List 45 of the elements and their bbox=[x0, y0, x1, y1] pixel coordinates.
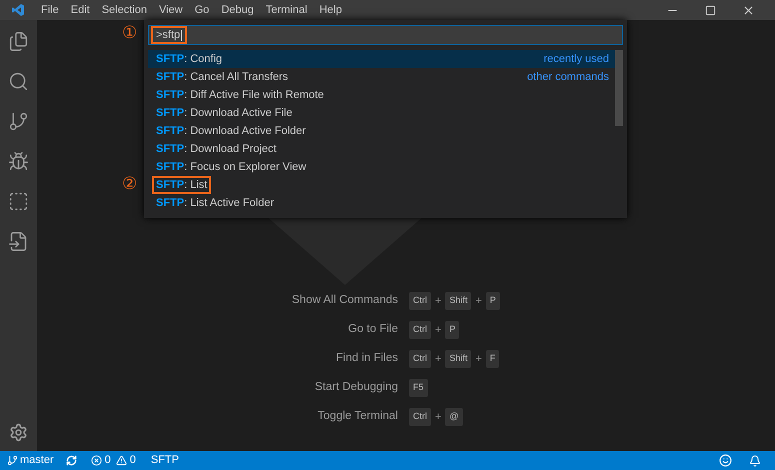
command-item[interactable]: SFTP: Focus on Explorer View bbox=[148, 158, 615, 176]
menu-item[interactable]: Selection bbox=[96, 2, 153, 18]
shortcut-label: Start Debugging bbox=[314, 380, 399, 396]
key-cap: Ctrl bbox=[409, 408, 431, 426]
command-item[interactable]: SFTP: List bbox=[148, 176, 615, 194]
plus-sign: + bbox=[434, 322, 442, 338]
annotation-marker: ① bbox=[122, 23, 137, 43]
key-cap: Ctrl bbox=[409, 350, 431, 368]
key-cap: F bbox=[486, 350, 500, 368]
menu-item[interactable]: Go bbox=[188, 2, 216, 18]
key-cap: F5 bbox=[409, 379, 428, 397]
key-cap: P bbox=[445, 321, 460, 339]
problems-item[interactable]: 0 0 bbox=[90, 452, 136, 469]
key-cap: Shift bbox=[445, 350, 472, 368]
plus-sign: + bbox=[474, 352, 483, 367]
menu-item[interactable]: View bbox=[152, 2, 189, 18]
command-item[interactable]: SFTP: Diff Active File with Remote bbox=[148, 86, 615, 104]
menu-item[interactable]: Debug bbox=[215, 2, 260, 18]
plus-sign: + bbox=[434, 294, 442, 309]
plus-sign: + bbox=[434, 410, 442, 425]
key-cap: P bbox=[486, 292, 500, 310]
command-input[interactable]: >sftp bbox=[148, 25, 623, 45]
menu-item[interactable]: Terminal bbox=[260, 2, 314, 18]
command-item[interactable]: SFTP: Cancel All Transfers other commands bbox=[148, 68, 615, 86]
plus-sign: + bbox=[434, 352, 442, 367]
key-cap: Ctrl bbox=[409, 292, 431, 310]
menu-item[interactable]: Help bbox=[313, 2, 348, 18]
sftp-item[interactable]: SFTP bbox=[150, 452, 179, 469]
key-cap: @ bbox=[445, 408, 463, 426]
shortcut-label: Show All Commands bbox=[290, 293, 399, 308]
shortcut-label: Toggle Terminal bbox=[316, 409, 399, 424]
plus-sign: + bbox=[474, 294, 483, 309]
shortcut-label: Go to File bbox=[347, 322, 399, 338]
command-item[interactable]: SFTP: Download Active Folder bbox=[148, 122, 615, 140]
command-item[interactable]: SFTP: Config recently used bbox=[148, 50, 615, 68]
shortcut-label: Find in Files bbox=[335, 351, 399, 366]
key-cap: Shift bbox=[445, 292, 472, 310]
command-item[interactable]: SFTP: Download Project bbox=[148, 140, 615, 158]
command-item[interactable]: SFTP: Download Active File bbox=[148, 104, 615, 122]
command-item[interactable]: SFTP: List Active Folder bbox=[148, 194, 615, 212]
menu-item[interactable]: File bbox=[35, 2, 65, 18]
key-cap: Ctrl bbox=[409, 321, 431, 339]
branch-item[interactable]: master bbox=[7, 452, 54, 469]
menu-item[interactable]: Edit bbox=[64, 2, 96, 18]
annotation-marker: ② bbox=[122, 174, 137, 194]
